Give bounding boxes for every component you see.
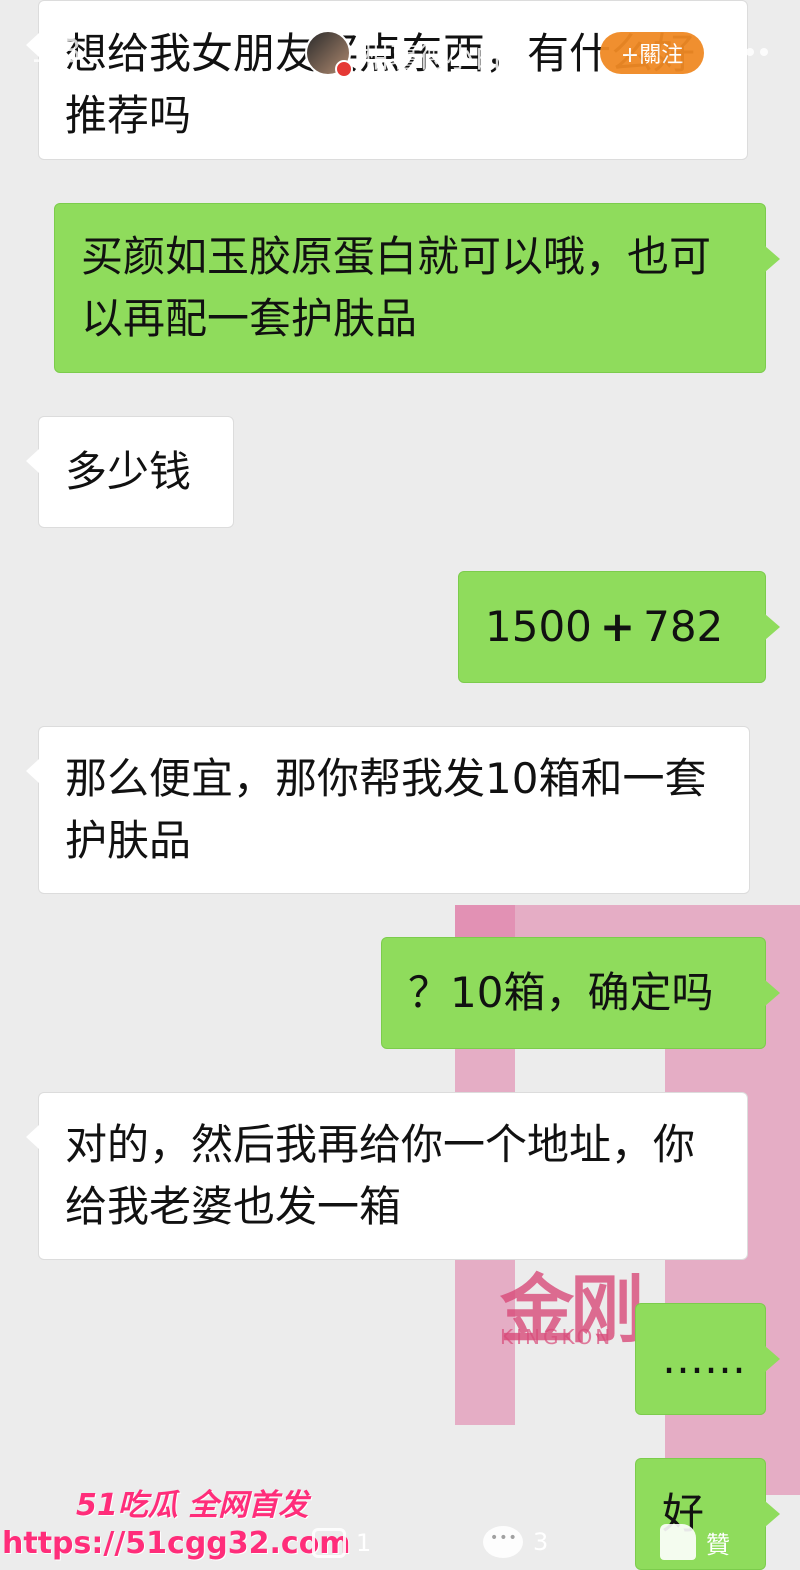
- watermark-title: 51吃瓜 全网首发: [76, 1488, 309, 1523]
- plus-icon: +: [599, 602, 636, 651]
- message-text: 多少钱: [65, 447, 192, 496]
- share-count: 1: [356, 1529, 372, 1557]
- follow-button[interactable]: +關注: [600, 32, 704, 74]
- message-sent: ？10箱，确定吗: [381, 937, 780, 1049]
- message-text: ？10箱，确定吗: [408, 968, 714, 1017]
- message-sent: 1500 + 782: [458, 571, 780, 683]
- message-text-price: 782: [643, 602, 724, 651]
- thumbs-up-icon: [660, 1524, 696, 1560]
- message-sent: ……: [635, 1303, 780, 1415]
- verified-badge-icon: [335, 60, 353, 78]
- comment-count: 3: [533, 1528, 549, 1556]
- more-icon[interactable]: [732, 48, 768, 56]
- message-received: 对的，然后我再给你一个地址，你给我老婆也发一箱: [26, 1092, 748, 1260]
- share-button[interactable]: 1: [312, 1528, 371, 1558]
- action-bar: 1 3 贊: [0, 1520, 800, 1565]
- message-received: 多少钱: [26, 416, 234, 528]
- like-label: 贊: [706, 1530, 730, 1559]
- comment-button[interactable]: 3: [483, 1526, 548, 1558]
- like-button[interactable]: 贊: [660, 1524, 730, 1560]
- message-received: 那么便宜，那你帮我发10箱和一套护肤品: [26, 726, 750, 894]
- poster-logo-en: KINGKON: [500, 1325, 614, 1349]
- message-text: 买颜如玉胶原蛋白就可以哦，也可以再配一套护肤品: [81, 232, 712, 343]
- message-text: ……: [662, 1334, 746, 1383]
- share-icon: [312, 1528, 346, 1558]
- message-sent: 买颜如玉胶原蛋白就可以哦，也可以再配一套护肤品: [54, 203, 780, 373]
- username[interactable]: 柑薯德小白: [362, 36, 502, 76]
- comment-icon: [483, 1526, 523, 1558]
- message-text: 那么便宜，那你帮我发10箱和一套护肤品: [65, 754, 707, 865]
- message-text: 对的，然后我再给你一个地址，你给我老婆也发一箱: [65, 1120, 696, 1231]
- message-text-price: 1500: [485, 602, 592, 651]
- post-header: 1/3 柑薯德小白 +關注: [0, 0, 800, 110]
- page-counter: 1/3: [30, 32, 82, 70]
